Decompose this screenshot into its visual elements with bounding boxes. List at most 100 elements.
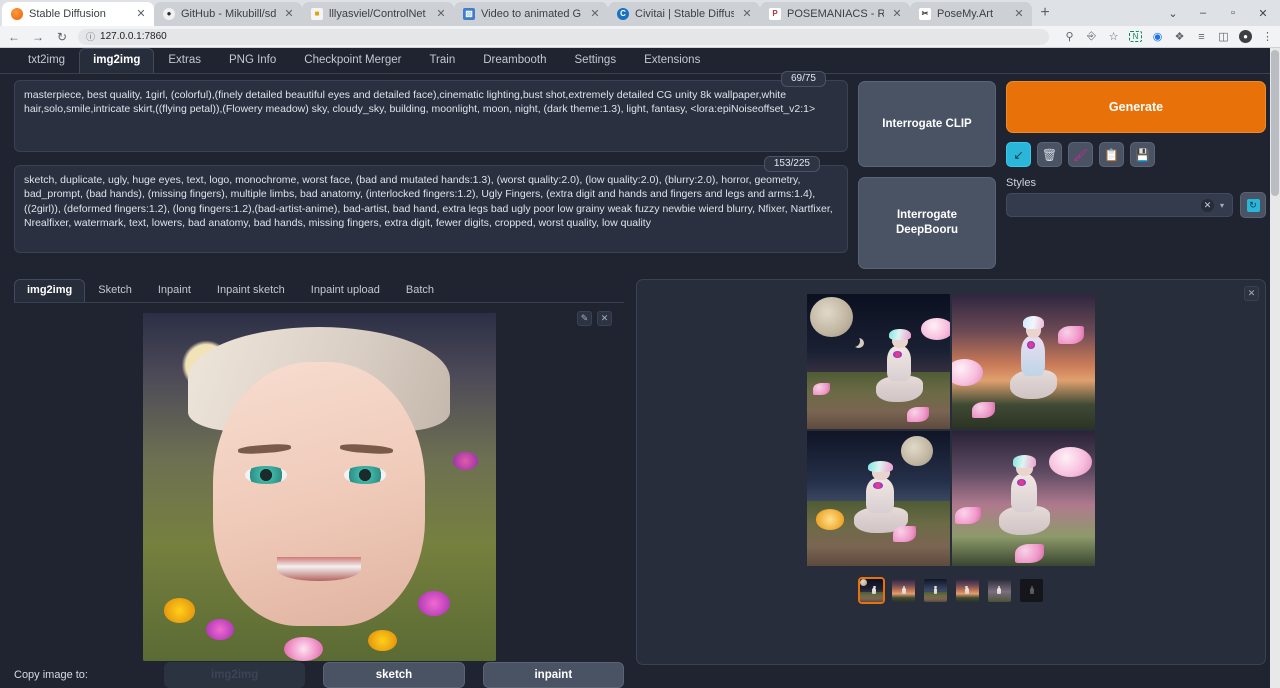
extension-blue-icon[interactable]: ◉	[1151, 30, 1164, 43]
tab-extensions[interactable]: Extensions	[630, 48, 714, 73]
forward-icon[interactable]: →	[30, 30, 46, 44]
browser-tab-3[interactable]: ▧ Video to animated GIF converter ✕	[454, 2, 608, 26]
save-style-icon[interactable]: 💾	[1130, 142, 1155, 167]
clear-image-icon[interactable]: ✕	[597, 311, 612, 326]
paintbrush-icon[interactable]: 🖌	[1068, 142, 1093, 167]
side-panel-icon[interactable]: ◫	[1217, 30, 1230, 43]
apply-style-icon: ↻	[1247, 199, 1260, 212]
gallery-thumbnail-1[interactable]	[858, 577, 885, 604]
portrait-eye-left	[245, 466, 287, 483]
window-close-button[interactable]: ✕	[1248, 0, 1278, 26]
clear-styles-icon[interactable]: ✕	[1201, 199, 1214, 212]
portrait-flower-6	[453, 452, 478, 469]
tab-settings[interactable]: Settings	[561, 48, 631, 73]
controlnet-icon: ■	[311, 8, 323, 20]
subtab-inpaint-upload[interactable]: Inpaint upload	[298, 279, 393, 302]
gallery-thumbnail-4[interactable]	[954, 577, 981, 604]
subtab-inpaint-sketch[interactable]: Inpaint sketch	[204, 279, 298, 302]
tab-dreambooth[interactable]: Dreambooth	[469, 48, 560, 73]
tab-train[interactable]: Train	[415, 48, 469, 73]
browser-tab-5[interactable]: P POSEMANIACS - Royalty free 3 ✕	[760, 2, 910, 26]
browser-tab-close[interactable]: ✕	[134, 7, 148, 21]
browser-tab-close[interactable]: ✕	[434, 7, 448, 21]
portrait-mouth	[277, 557, 362, 581]
browser-tab-close[interactable]: ✕	[282, 7, 296, 21]
window-maximize-button[interactable]: ▫	[1218, 0, 1248, 26]
tab-img2img[interactable]: img2img	[79, 48, 154, 73]
gallery-image-1[interactable]	[807, 294, 950, 429]
copy-to-img2img-button: img2img	[164, 662, 305, 688]
browser-tab-4[interactable]: C Civitai | Stable Diffusion model ✕	[608, 2, 760, 26]
lower-section: img2img Sketch Inpaint Inpaint sketch In…	[0, 269, 1280, 688]
tab-extras[interactable]: Extras	[154, 48, 215, 73]
browser-tab-2[interactable]: ■ lllyasviel/ControlNet at main ✕	[302, 2, 454, 26]
subtab-inpaint[interactable]: Inpaint	[145, 279, 204, 302]
tab-png-info[interactable]: PNG Info	[215, 48, 290, 73]
portrait-flower-4	[368, 630, 396, 651]
browser-tab-title: PoseMy.Art	[937, 8, 1006, 20]
subtab-img2img[interactable]: img2img	[14, 279, 85, 302]
extensions-puzzle-icon[interactable]: ❖	[1173, 30, 1186, 43]
new-tab-button[interactable]: +	[1032, 2, 1058, 26]
reload-icon[interactable]: ↻	[54, 30, 70, 44]
chevron-down-icon[interactable]: ▾	[1220, 201, 1224, 210]
reading-list-icon[interactable]: ≡	[1195, 31, 1208, 43]
negative-prompt-input[interactable]: sketch, duplicate, ugly, huge eyes, text…	[14, 165, 848, 253]
browser-tab-6[interactable]: ✂ PoseMy.Art ✕	[910, 2, 1032, 26]
clipboard-icon[interactable]: 📋	[1099, 142, 1124, 167]
interrogate-clip-button[interactable]: Interrogate CLIP	[858, 81, 996, 167]
clear-prompt-trash-icon[interactable]: 🗑	[1037, 142, 1062, 167]
source-image[interactable]	[143, 313, 496, 661]
back-icon[interactable]: ←	[6, 30, 22, 44]
kebab-menu-icon[interactable]: ⋮	[1261, 30, 1274, 43]
tab-txt2img[interactable]: txt2img	[14, 48, 79, 73]
generate-button[interactable]: Generate	[1006, 81, 1266, 133]
search-icon[interactable]: ⚲	[1063, 30, 1076, 43]
prompt-tool-row: ↙ 🗑 🖌 📋 💾	[1006, 142, 1266, 167]
address-bar[interactable]: ⓘ 127.0.0.1:7860	[78, 29, 1049, 45]
gallery-image-3[interactable]	[807, 431, 950, 566]
gallery-thumbnail-3[interactable]	[922, 577, 949, 604]
browser-tab-close[interactable]: ✕	[1012, 7, 1026, 21]
browser-tab-0[interactable]: Stable Diffusion ✕	[2, 2, 154, 26]
browser-tab-title: POSEMANIACS - Royalty free 3	[787, 8, 884, 20]
interrogate-deepbooru-button[interactable]: Interrogate DeepBooru	[858, 177, 996, 269]
window-menu-chevron-icon[interactable]: ⌄	[1158, 0, 1188, 26]
browser-tab-1[interactable]: ● GitHub - Mikubill/sd-webui-co ✕	[154, 2, 302, 26]
copy-to-inpaint-button[interactable]: inpaint	[483, 662, 624, 688]
subtab-sketch[interactable]: Sketch	[85, 279, 145, 302]
edit-pencil-icon[interactable]: ✎	[577, 311, 592, 326]
restore-progress-icon[interactable]: ↙	[1006, 142, 1031, 167]
source-image-tools: ✎ ✕	[577, 311, 612, 326]
browser-tab-close[interactable]: ✕	[588, 7, 602, 21]
apply-style-button[interactable]: ↻	[1240, 192, 1266, 218]
star-icon[interactable]: ☆	[1107, 30, 1120, 43]
info-icon: ⓘ	[86, 30, 95, 43]
page-scrollbar[interactable]	[1270, 48, 1280, 688]
window-minimize-button[interactable]: –	[1188, 0, 1218, 26]
close-gallery-icon[interactable]: ✕	[1244, 286, 1259, 301]
prompt-area: 69/75 masterpiece, best quality, 1girl, …	[0, 74, 1280, 269]
gallery-image-4[interactable]	[952, 431, 1095, 566]
notion-extension-icon[interactable]: N	[1129, 31, 1142, 42]
source-image-stage: ✎ ✕	[14, 303, 624, 652]
gallery-thumbnail-5[interactable]	[986, 577, 1013, 604]
styles-dropdown[interactable]: ✕ ▾	[1006, 193, 1233, 217]
copy-to-sketch-button[interactable]: sketch	[323, 662, 464, 688]
browser-toolbar: ← → ↻ ⓘ 127.0.0.1:7860 ⚲ ⎆ ☆ N ◉ ❖ ≡ ◫ ●…	[0, 26, 1280, 48]
tab-checkpoint-merger[interactable]: Checkpoint Merger	[290, 48, 415, 73]
positive-prompt-input[interactable]: masterpiece, best quality, 1girl, (color…	[14, 80, 848, 152]
profile-avatar-icon[interactable]: ●	[1239, 30, 1252, 43]
styles-row: ✕ ▾ ↻	[1006, 192, 1266, 218]
prompt-column: 69/75 masterpiece, best quality, 1girl, …	[14, 80, 848, 269]
generate-panel: Interrogate CLIP Interrogate DeepBooru G…	[858, 80, 1266, 269]
gallery-image-2[interactable]	[952, 294, 1095, 429]
page-scrollbar-thumb[interactable]	[1271, 50, 1279, 196]
gallery-thumbnail-6[interactable]	[1018, 577, 1045, 604]
subtab-batch[interactable]: Batch	[393, 279, 447, 302]
browser-tab-close[interactable]: ✕	[740, 7, 754, 21]
gallery-thumbnail-2[interactable]	[890, 577, 917, 604]
browser-tab-title: Stable Diffusion	[29, 8, 128, 20]
browser-tab-close[interactable]: ✕	[890, 7, 904, 21]
share-icon[interactable]: ⎆	[1085, 30, 1098, 43]
